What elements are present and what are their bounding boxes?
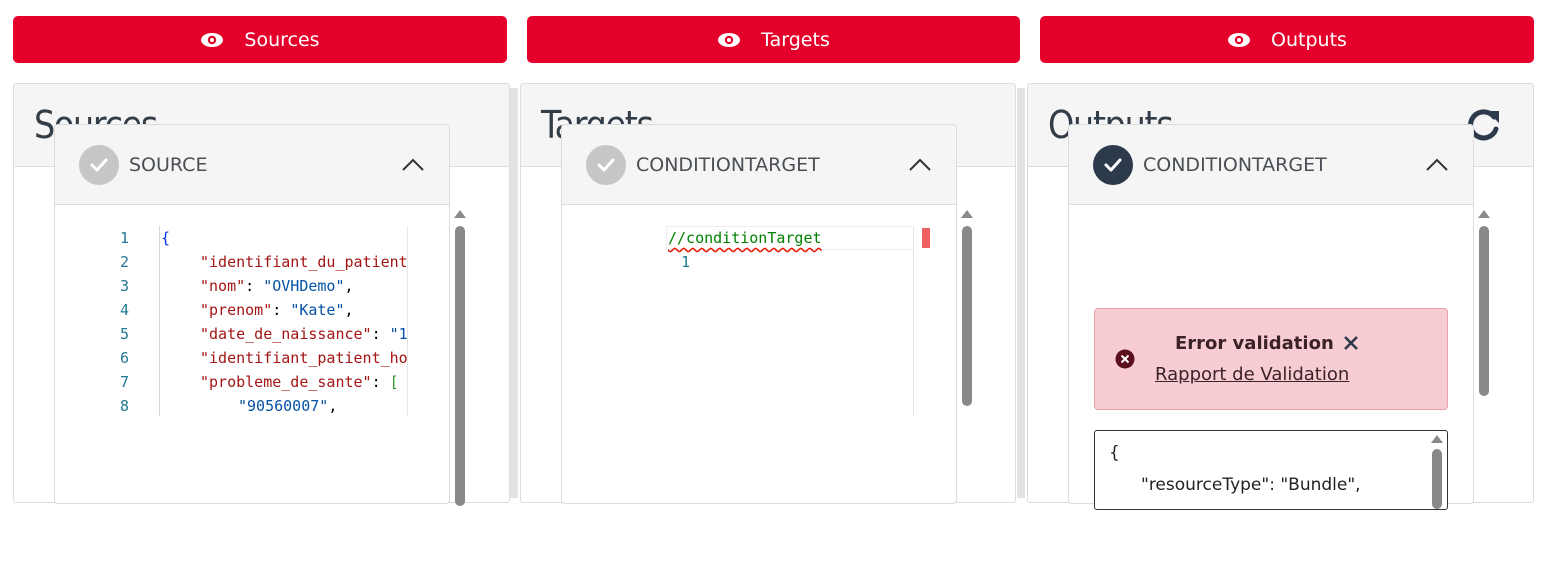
validation-report-link[interactable]: Rapport de Validation [1155,364,1349,385]
source-card: SOURCE 1 {2 "identifiant_du_patient" 3 "nom"… [54,124,450,504]
card-title: CONDITIONTARGET [636,153,820,176]
line-number: 3 [119,277,129,295]
check-circle-icon [586,144,626,185]
json-line: { [1109,443,1120,463]
json-line: "resourceType": "Bundle", [1141,475,1361,495]
target-code-editor[interactable]: 1 //conditionTarget [562,206,932,503]
line-number: 2 [119,253,129,271]
line-number: 1 [681,253,691,271]
chevron-up-icon[interactable] [908,158,932,172]
code-line: "identifiant_du_patient" [200,253,407,271]
line-number: 5 [119,325,129,343]
target-card: CONDITIONTARGET 1 //conditionTarget [561,124,957,504]
code-line: //conditionTarget [668,229,822,247]
eye-icon [717,32,741,48]
toggle-sources-button[interactable]: Sources [13,16,507,63]
chevron-up-icon[interactable] [401,158,425,172]
card-title: CONDITIONTARGET [1143,153,1327,176]
code-line: "nom": "OVHDemo", [200,277,354,295]
eye-icon [200,32,224,48]
code-line: "90560007", [238,397,338,415]
splitter-handle[interactable] [510,88,518,498]
chevron-up-icon[interactable] [1425,158,1449,172]
toggle-targets-button[interactable]: Targets [527,16,1020,63]
splitter-handle[interactable] [1017,88,1025,498]
card-title: SOURCE [129,153,208,176]
toggle-targets-label: Targets [761,28,830,51]
alert-title: Error validation [1175,333,1334,354]
code-line: "probleme_de_sante": [ [200,373,399,391]
source-code-editor[interactable]: 1 {2 "identifiant_du_patient" 3 "nom": "OVHD… [55,206,425,503]
card-header[interactable]: CONDITIONTARGET [1069,125,1473,205]
card-header[interactable]: SOURCE [55,125,449,205]
code-line: { [161,229,171,247]
toggle-outputs-label: Outputs [1271,28,1347,51]
code-line: "identifiant_patient_hop [200,349,407,367]
error-alert: Error validation Rapport de Validation [1094,308,1448,410]
target-scrollbar[interactable] [960,210,974,570]
json-scrollbar[interactable] [1431,435,1443,509]
line-number: 7 [119,373,129,391]
output-json-viewer[interactable]: { "resourceType": "Bundle", [1094,430,1448,510]
card-header[interactable]: CONDITIONTARGET [562,125,956,205]
check-circle-icon [1093,144,1133,185]
output-scrollbar[interactable] [1477,210,1491,570]
line-number: 1 [119,229,129,247]
source-scrollbar[interactable] [453,210,467,570]
toggle-outputs-button[interactable]: Outputs [1040,16,1534,63]
line-number: 4 [119,301,129,319]
code-line: "date_de_naissance": "19 [200,325,407,343]
close-icon[interactable] [1343,335,1359,356]
check-circle-icon [79,144,119,185]
code-line: "prenom": "Kate", [200,301,354,319]
toggle-sources-label: Sources [244,28,320,51]
error-circle-icon [1115,349,1135,374]
line-number: 8 [119,397,129,415]
eye-icon [1227,32,1251,48]
line-number: 6 [119,349,129,367]
